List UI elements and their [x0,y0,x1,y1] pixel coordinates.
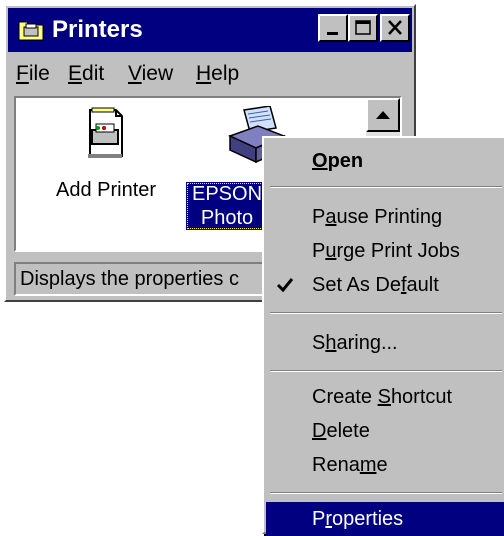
shortcut-post: hortcut [390,386,453,408]
pause-printing-label: Pause Printing [312,200,442,234]
menu-separator [270,312,502,314]
menu-file-accel: F [16,62,29,85]
minimize-button[interactable] [318,14,348,42]
menu-bar: File Edit View Help [8,54,412,94]
shortcut-accel: S [377,386,391,408]
add-printer-icon [88,107,123,158]
rename-accel: m [359,454,377,476]
epson-label-line1: EPSON [192,183,263,205]
properties-pre: P [312,508,326,530]
menu-view[interactable]: View [128,60,173,88]
close-button[interactable] [380,14,410,42]
create-shortcut-label: Create Shortcut [312,380,452,414]
menu-item-pause-printing[interactable]: Pause Printing [266,200,504,234]
menu-item-rename[interactable]: Rename [266,448,504,482]
menu-help[interactable]: Help [196,60,239,88]
properties-post: operties [332,508,404,530]
context-menu: Open Pause Printing Purge Print Jobs Set… [262,136,504,536]
menu-item-sharing[interactable]: Sharing... [266,326,504,360]
rename-label: Rename [312,448,388,482]
menu-help-rest: elp [211,62,240,85]
epson-printer-label: EPSON Photo [186,182,269,230]
purge-pre: P [312,240,326,262]
delete-post: elete [326,420,370,442]
title-bar[interactable]: Printers [8,8,412,52]
properties-accel: r [325,508,333,530]
sharing-post: aring... [336,332,398,354]
pause-post: use Printing [336,206,443,228]
printers-folder-icon [18,21,44,41]
sharing-label: Sharing... [312,326,398,360]
shortcut-pre: Create [312,386,378,408]
menu-item-purge-print-jobs[interactable]: Purge Print Jobs [266,234,504,268]
delete-label: Delete [312,414,370,448]
open-post: pen [327,150,364,172]
maximize-icon [355,20,371,35]
pause-accel: a [325,206,337,228]
menu-item-open-label: Open [312,144,363,178]
menu-separator [270,370,502,372]
menu-item-delete[interactable]: Delete [266,414,504,448]
menu-help-accel: H [196,62,212,85]
purge-post: rge Print Jobs [336,240,460,262]
menu-view-accel: V [128,62,142,85]
menu-edit[interactable]: Edit [68,60,104,88]
purge-print-jobs-label: Purge Print Jobs [312,234,460,268]
rename-post: e [376,454,388,476]
menu-edit-rest: dit [82,62,105,85]
menu-item-open[interactable]: Open [266,144,504,178]
sharing-pre: S [312,332,326,354]
sharing-accel: h [325,332,337,354]
menu-item-create-shortcut[interactable]: Create Shortcut [266,380,504,414]
close-icon [388,20,402,35]
checkmark-icon [276,278,294,293]
properties-label: Properties [312,502,403,536]
default-post: ault [406,274,439,296]
menu-edit-accel: E [68,62,83,85]
menu-view-rest: iew [141,62,174,85]
default-pre: Set As De [312,274,401,296]
minimize-icon [327,32,338,35]
up-arrow-icon [376,111,390,119]
purge-accel: u [325,240,337,262]
menu-separator [270,186,502,188]
scroll-up-button[interactable] [366,98,400,132]
epson-label-line2: Photo [200,207,254,229]
rename-pre: Rena [312,454,360,476]
menu-file-rest: ile [28,62,50,85]
menu-item-set-as-default[interactable]: Set As Default [266,268,504,302]
status-text: Displays the properties c [20,268,239,290]
set-as-default-label: Set As Default [312,268,439,302]
menu-file[interactable]: File [16,60,50,88]
add-printer-label: Add Printer [56,179,157,201]
menu-separator [270,492,502,494]
open-accel: O [312,150,328,172]
maximize-button[interactable] [348,14,378,42]
delete-accel: D [312,420,327,442]
menu-item-properties[interactable]: Properties [266,502,504,536]
window-title: Printers [52,16,143,43]
pause-pre: P [312,206,326,228]
